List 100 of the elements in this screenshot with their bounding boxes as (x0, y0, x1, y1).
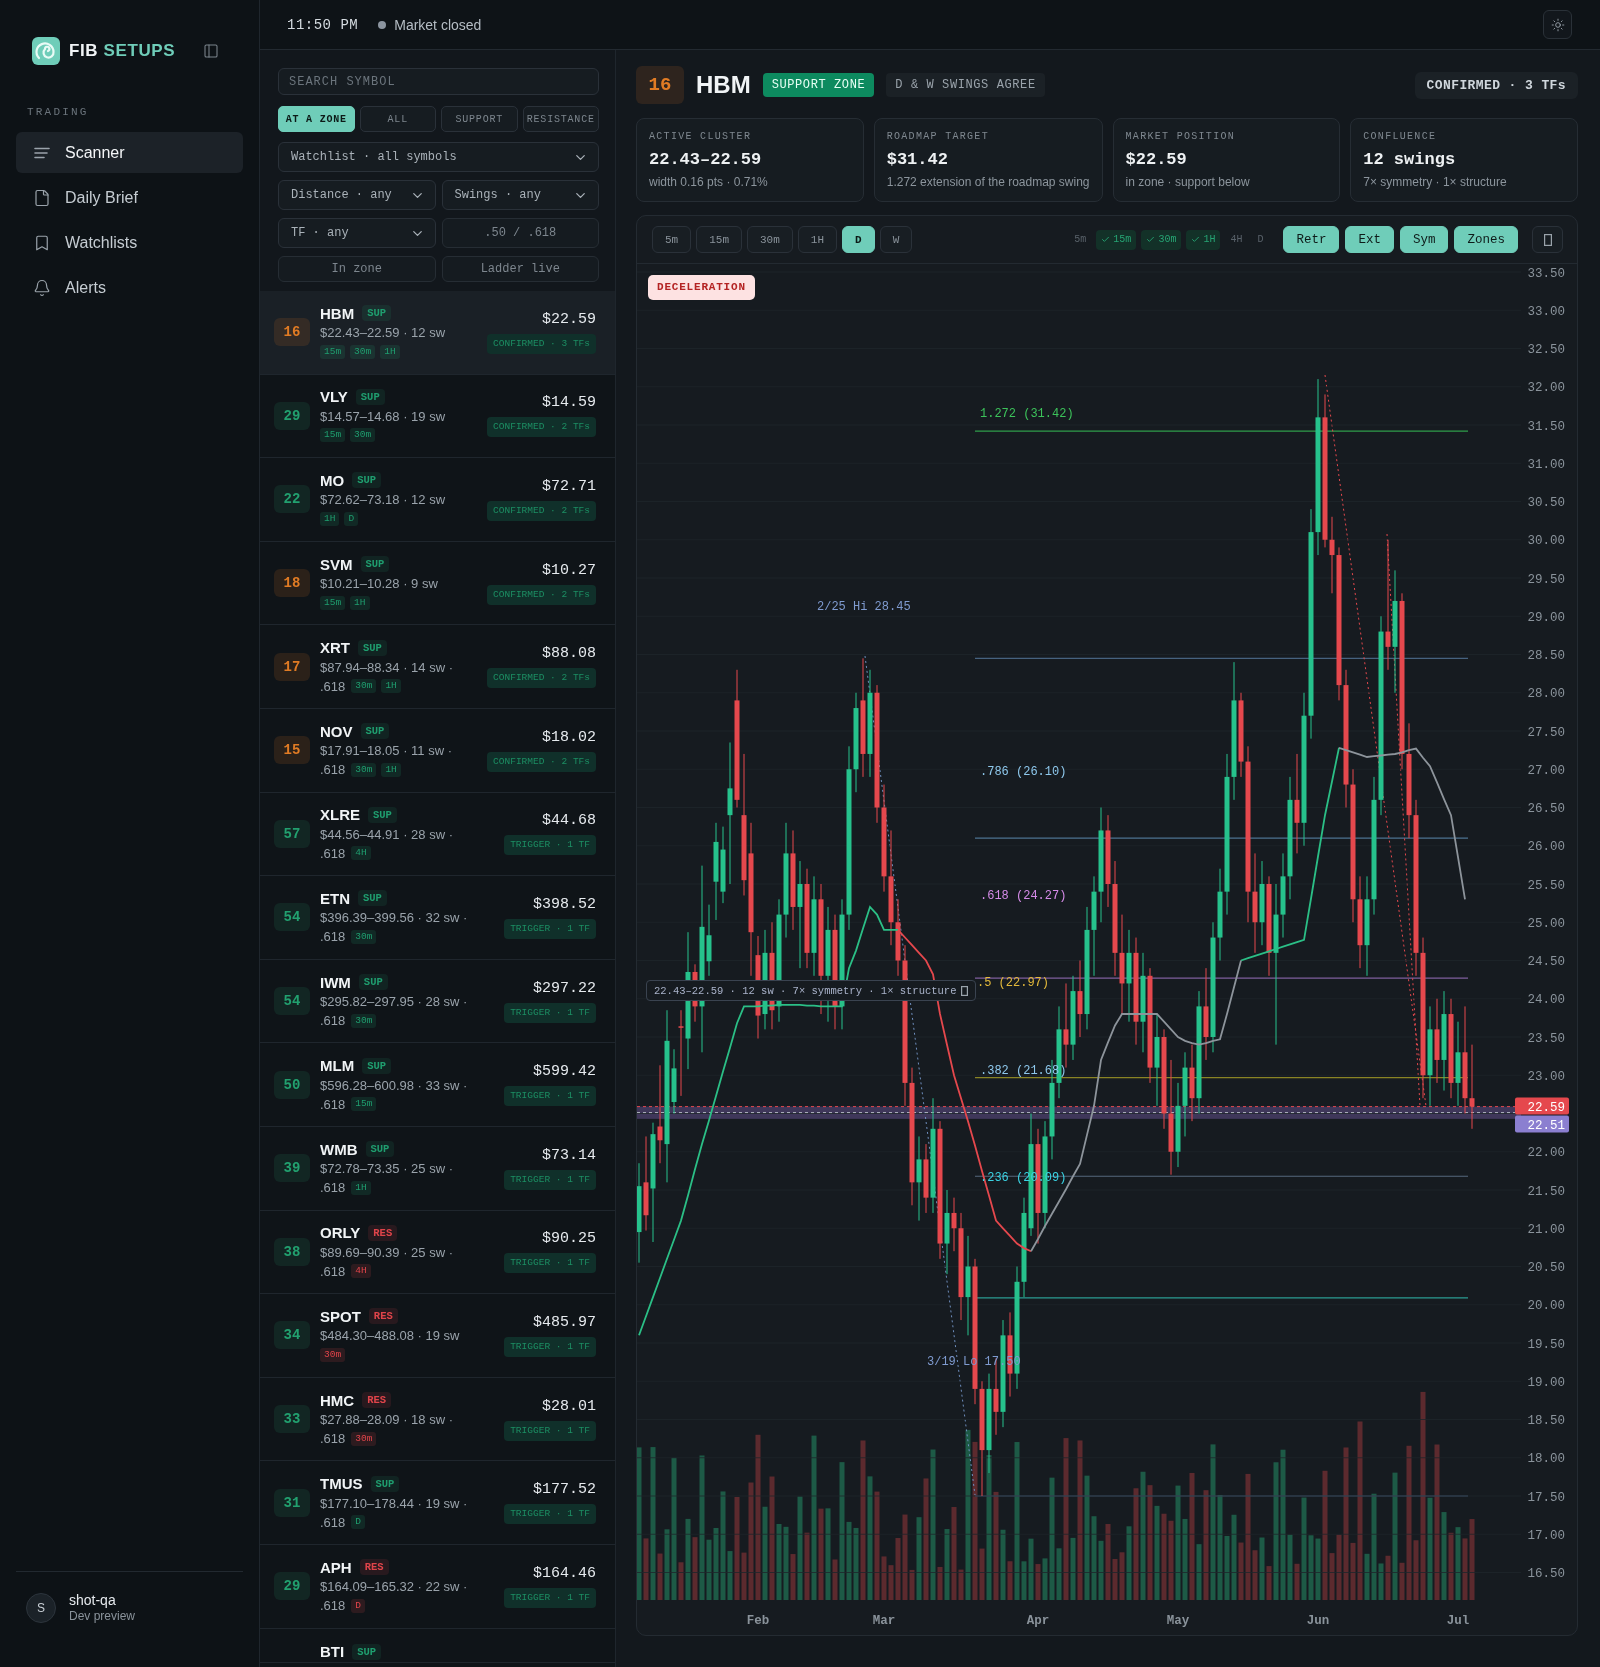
filter-select[interactable]: Swings · any (441, 180, 599, 210)
zone-type-tag: SUP (370, 1475, 400, 1492)
timeframe-tag: 30m (320, 1347, 346, 1362)
check-icon (1146, 235, 1156, 244)
filter-button[interactable]: In zone (278, 256, 436, 282)
file-icon (33, 188, 51, 207)
zone-summary: $72.62–73.18 · 12 sw (320, 491, 446, 510)
price-axis-label: 31.00 (1527, 457, 1565, 472)
nav-item[interactable]: Alerts (16, 267, 243, 308)
candlestick (657, 1064, 663, 1164)
price-axis-label: 28.50 (1527, 649, 1565, 663)
card-label: MARKET POSITION (1125, 130, 1236, 143)
timeframe-toggle[interactable]: 30m (1141, 229, 1182, 250)
zone-summary: $17.91–18.05 · 11 sw · (320, 742, 452, 761)
filter-button[interactable]: Ladder live (441, 256, 599, 282)
zone-summary: $484.30–488.08 · 19 sw (320, 1327, 460, 1346)
timeframe-button[interactable]: 1H (797, 226, 838, 253)
zone-summary: $22.43–22.59 · 12 sw (320, 324, 446, 343)
ticker-symbol: HBM (320, 304, 355, 322)
zone-type-tag: SUP (368, 806, 397, 823)
price-axis-label: 32.50 (1527, 343, 1565, 357)
ratio-label: .618 (320, 1012, 346, 1031)
filter-button[interactable]: .50 / .618 (441, 218, 599, 248)
status-tag: TRIGGER · 1 TF (504, 1086, 596, 1107)
user-name: shot-qa (69, 1592, 117, 1608)
card-note: 1.272 extension of the roadmap swing (886, 175, 1090, 190)
user-avatar[interactable]: S (26, 1592, 56, 1623)
score-badge: 16 (274, 318, 310, 347)
last-price: $88.08 (542, 645, 596, 663)
timeframe-button[interactable]: D (842, 226, 875, 253)
score-badge: 17 (274, 652, 310, 681)
timeframe-button[interactable]: W (879, 226, 913, 253)
zone-type-tag: SUP (365, 1141, 395, 1158)
overlay-toggle[interactable]: Zones (1454, 226, 1518, 253)
zone-summary: $87.94–88.34 · 14 sw · (320, 658, 453, 677)
status-tag: TRIGGER · 1 TF (504, 1420, 596, 1441)
overlay-toggle[interactable]: Ext (1345, 226, 1394, 253)
timeframe-button[interactable]: 5m (652, 226, 692, 253)
ticker-symbol: BTI (320, 1643, 345, 1660)
sidebar-toggle-icon[interactable] (203, 43, 219, 59)
card-value: 12 swings (1363, 149, 1456, 170)
timeframe-tag: D (351, 1515, 365, 1530)
bell-icon (33, 278, 51, 297)
price-axis-label: 29.00 (1527, 610, 1565, 625)
status-tag: CONFIRMED · 2 TFs (487, 417, 596, 438)
ratio-label: .618 (320, 1095, 346, 1114)
price-axis-label: 29.50 (1527, 572, 1565, 587)
filter-tab[interactable]: RESISTANCE (522, 106, 599, 132)
price-axis-label: 16.50 (1527, 1567, 1565, 1581)
last-price: $297.22 (533, 979, 596, 997)
search-field[interactable]: SEARCH SYMBOL (278, 68, 599, 95)
last-price: $10.27 (542, 561, 596, 579)
zone-type-tag: RES (362, 1392, 392, 1408)
filter-select[interactable]: Distance · any (278, 180, 436, 210)
nav-item[interactable]: Watchlists (16, 222, 243, 263)
timeframe-tag: 15m (351, 1097, 377, 1112)
ratio-label: .618 (320, 1179, 346, 1198)
user-role: Dev preview (69, 1609, 136, 1623)
price-axis-label: 26.50 (1527, 802, 1565, 816)
square-icon (1543, 233, 1552, 246)
price-axis-label: 21.00 (1527, 1222, 1565, 1237)
timeframe-tag: 1H (381, 762, 401, 777)
score-badge: 57 (274, 819, 310, 848)
overlay-toggle[interactable]: Retr (1283, 226, 1340, 253)
filter-tab[interactable]: SUPPORT (441, 106, 518, 132)
timeframe-tag: 30m (351, 1431, 377, 1446)
zone-type-tag: SUP (362, 1057, 392, 1074)
price-axis-label: 21.50 (1527, 1184, 1565, 1199)
nav-item[interactable]: Scanner (16, 132, 243, 173)
candlestick (1385, 539, 1391, 671)
ticker-symbol: HBM (696, 71, 751, 99)
candlestick (1063, 982, 1069, 1069)
date-axis-label: Jun (1306, 1614, 1330, 1628)
timeframe-tag: 30m (350, 428, 376, 443)
filter-tab[interactable]: ALL (359, 106, 436, 132)
date-axis-label: Mar (872, 1614, 896, 1628)
market-status: Market closed (394, 16, 482, 33)
price-axis-label: 28.00 (1527, 687, 1565, 702)
timeframe-button[interactable]: 15m (696, 226, 742, 253)
icon-button[interactable] (1532, 226, 1563, 253)
check-icon (1191, 235, 1201, 244)
theme-button[interactable] (1543, 10, 1572, 39)
fib-level-label: .786 (26.10) (980, 764, 1067, 779)
price-axis-label: 18.00 (1527, 1452, 1565, 1467)
scanner-row[interactable]: 16 HBM SUP $22.43–22.59 · 12 sw 15m 30m 1H $22.59 CONFIRMED · 3 TFs (260, 291, 615, 375)
price-axis-label: 19.00 (1527, 1375, 1565, 1390)
nav-item[interactable]: Daily Brief (16, 177, 243, 218)
filter-tab[interactable]: AT A ZONE (278, 106, 355, 132)
candlestick (1469, 1044, 1475, 1130)
timeframe-toggle[interactable]: 1H (1186, 229, 1221, 250)
price-axis-label: 22.00 (1527, 1146, 1565, 1161)
timeframe-tag: 15m (320, 595, 346, 610)
overlay-toggle[interactable]: Sym (1399, 226, 1449, 253)
timeframe-toggle[interactable]: 15m (1096, 229, 1137, 250)
filter-select[interactable]: TF · any (278, 218, 436, 248)
status-tag: CONFIRMED · 2 TFs (487, 751, 596, 772)
watchlist-select[interactable]: Watchlist · all symbols (278, 142, 599, 172)
price-axis-label: 27.50 (1527, 725, 1565, 740)
last-price: $44.68 (542, 812, 596, 830)
timeframe-button[interactable]: 30m (747, 226, 793, 253)
